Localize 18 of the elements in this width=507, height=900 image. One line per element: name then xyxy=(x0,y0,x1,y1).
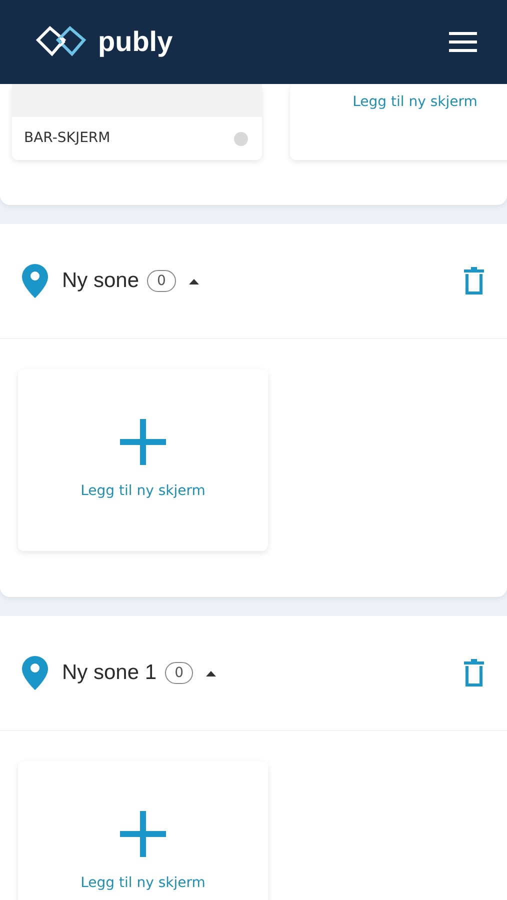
add-icon[interactable] xyxy=(120,418,166,464)
count-badge: 0 xyxy=(147,270,176,292)
zone-title: Ny sone 1 xyxy=(62,660,157,686)
zone-title: Ny sone xyxy=(62,268,140,294)
menu-button[interactable] xyxy=(449,32,477,52)
location-pin-icon xyxy=(22,264,48,298)
delete-icon[interactable] xyxy=(463,659,485,687)
location-pin-icon xyxy=(22,656,48,690)
add-icon[interactable] xyxy=(120,810,166,856)
logo-text: publy xyxy=(98,25,173,59)
collapse-caret-icon[interactable] xyxy=(188,278,200,284)
collapse-caret-icon[interactable] xyxy=(205,670,218,676)
screen-name: BAR-SKJERM xyxy=(24,129,110,148)
add-screen-link[interactable]: Legg til ny skjerm xyxy=(352,92,478,113)
count-badge: 0 xyxy=(164,662,194,684)
add-screen-link[interactable]: Legg til ny skjerm xyxy=(80,480,206,502)
delete-icon[interactable] xyxy=(463,267,485,295)
add-screen-link[interactable]: Legg til ny skjerm xyxy=(80,872,206,894)
